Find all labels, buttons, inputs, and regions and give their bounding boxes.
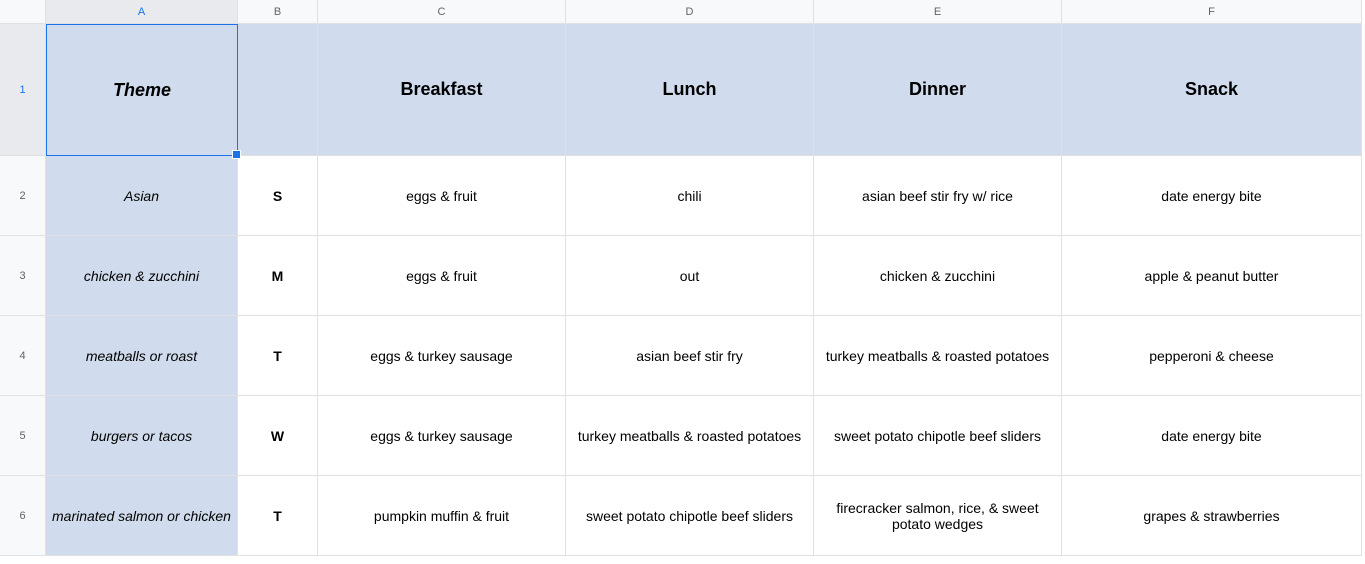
cell-E5[interactable]: sweet potato chipotle beef sliders bbox=[814, 396, 1062, 476]
cell-E3[interactable]: chicken & zucchini bbox=[814, 236, 1062, 316]
select-all-corner[interactable] bbox=[0, 0, 46, 24]
row-header-6[interactable]: 6 bbox=[0, 476, 46, 556]
cell-B5[interactable]: W bbox=[238, 396, 318, 476]
cell-E2[interactable]: asian beef stir fry w/ rice bbox=[814, 156, 1062, 236]
cell-E4[interactable]: turkey meatballs & roasted potatoes bbox=[814, 316, 1062, 396]
row-header-5[interactable]: 5 bbox=[0, 396, 46, 476]
row-header-4[interactable]: 4 bbox=[0, 316, 46, 396]
cell-C6[interactable]: pumpkin muffin & fruit bbox=[318, 476, 566, 556]
cell-A2[interactable]: Asian bbox=[46, 156, 238, 236]
cell-D4[interactable]: asian beef stir fry bbox=[566, 316, 814, 396]
cell-F5[interactable]: date energy bite bbox=[1062, 396, 1362, 476]
cell-B1[interactable] bbox=[238, 24, 318, 156]
col-header-D[interactable]: D bbox=[566, 0, 814, 24]
cell-A3[interactable]: chicken & zucchini bbox=[46, 236, 238, 316]
cell-D2[interactable]: chili bbox=[566, 156, 814, 236]
row-header-2[interactable]: 2 bbox=[0, 156, 46, 236]
cell-E1[interactable]: Dinner bbox=[814, 24, 1062, 156]
cell-B6[interactable]: T bbox=[238, 476, 318, 556]
row-header-1[interactable]: 1 bbox=[0, 24, 46, 156]
col-header-B[interactable]: B bbox=[238, 0, 318, 24]
cell-A1[interactable]: Theme bbox=[46, 24, 238, 156]
cell-A6[interactable]: marinated salmon or chicken bbox=[46, 476, 238, 556]
cell-B3[interactable]: M bbox=[238, 236, 318, 316]
cell-D3[interactable]: out bbox=[566, 236, 814, 316]
cell-F3[interactable]: apple & peanut butter bbox=[1062, 236, 1362, 316]
spreadsheet-grid: A B C D E F 1 Theme Breakfast Lunch Dinn… bbox=[0, 0, 1365, 556]
cell-F4[interactable]: pepperoni & cheese bbox=[1062, 316, 1362, 396]
cell-D5[interactable]: turkey meatballs & roasted potatoes bbox=[566, 396, 814, 476]
cell-A4[interactable]: meatballs or roast bbox=[46, 316, 238, 396]
cell-C4[interactable]: eggs & turkey sausage bbox=[318, 316, 566, 396]
cell-C3[interactable]: eggs & fruit bbox=[318, 236, 566, 316]
col-header-C[interactable]: C bbox=[318, 0, 566, 24]
cell-E6[interactable]: firecracker salmon, rice, & sweet potato… bbox=[814, 476, 1062, 556]
cell-C1[interactable]: Breakfast bbox=[318, 24, 566, 156]
cell-D6[interactable]: sweet potato chipotle beef sliders bbox=[566, 476, 814, 556]
cell-C2[interactable]: eggs & fruit bbox=[318, 156, 566, 236]
col-header-F[interactable]: F bbox=[1062, 0, 1362, 24]
cell-A5[interactable]: burgers or tacos bbox=[46, 396, 238, 476]
cell-D1[interactable]: Lunch bbox=[566, 24, 814, 156]
row-header-3[interactable]: 3 bbox=[0, 236, 46, 316]
col-header-E[interactable]: E bbox=[814, 0, 1062, 24]
cell-B4[interactable]: T bbox=[238, 316, 318, 396]
cell-C5[interactable]: eggs & turkey sausage bbox=[318, 396, 566, 476]
cell-F2[interactable]: date energy bite bbox=[1062, 156, 1362, 236]
cell-F6[interactable]: grapes & strawberries bbox=[1062, 476, 1362, 556]
cell-F1[interactable]: Snack bbox=[1062, 24, 1362, 156]
col-header-A[interactable]: A bbox=[46, 0, 238, 24]
cell-B2[interactable]: S bbox=[238, 156, 318, 236]
